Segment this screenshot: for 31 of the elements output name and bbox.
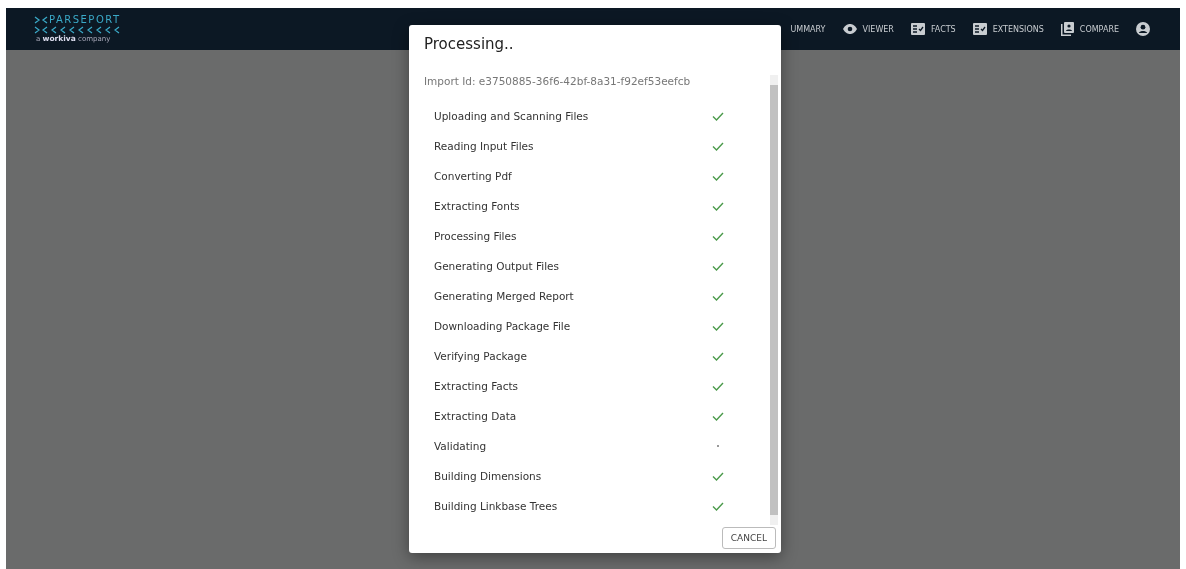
step-label: Generating Output Files — [434, 260, 559, 272]
cancel-button[interactable]: CANCEL — [721, 527, 776, 549]
step-label: Extracting Facts — [434, 380, 519, 392]
import-id: Import Id: e3750885-36f6-42bf-8a31-f92ef53eefcb — [424, 75, 692, 89]
step-label: Downloading Package File — [434, 320, 571, 332]
user-avatar-icon[interactable] — [1136, 22, 1150, 36]
clipboard-icon — [1060, 22, 1074, 36]
nav-link[interactable]: COMPARE — [1060, 22, 1119, 36]
checklist-icon — [910, 23, 925, 35]
step-label: Building Dimensions — [434, 470, 542, 482]
logo-name: PARSEPORT — [49, 15, 121, 25]
step-label: Extracting Fonts — [434, 200, 520, 212]
step-label: Converting Pdf — [434, 170, 512, 182]
step-label: Validating — [434, 440, 487, 452]
checklist-icon — [972, 23, 987, 35]
nav-link[interactable]: VIEWER — [842, 24, 894, 34]
nav-link[interactable]: UMMARY — [790, 24, 826, 34]
nav-link[interactable]: FACTS — [910, 23, 956, 35]
dialog-title: Processing.. — [423, 34, 515, 55]
chevron-logo-icon — [34, 16, 48, 24]
step-label: Uploading and Scanning Files — [434, 110, 589, 122]
chevron-row-icon — [34, 26, 120, 34]
step-label: Verifying Package — [434, 350, 527, 362]
step-label: Processing Files — [434, 230, 517, 242]
scrollbar[interactable] — [770, 75, 778, 525]
step-label: Generating Merged Report — [434, 290, 574, 302]
step-label: Building Linkbase Trees — [434, 500, 558, 512]
nav-link[interactable]: EXTENSIONS — [972, 23, 1044, 35]
eye-icon — [842, 24, 857, 34]
step-label: Reading Input Files — [434, 140, 534, 152]
step-label: Extracting Data — [434, 410, 517, 422]
